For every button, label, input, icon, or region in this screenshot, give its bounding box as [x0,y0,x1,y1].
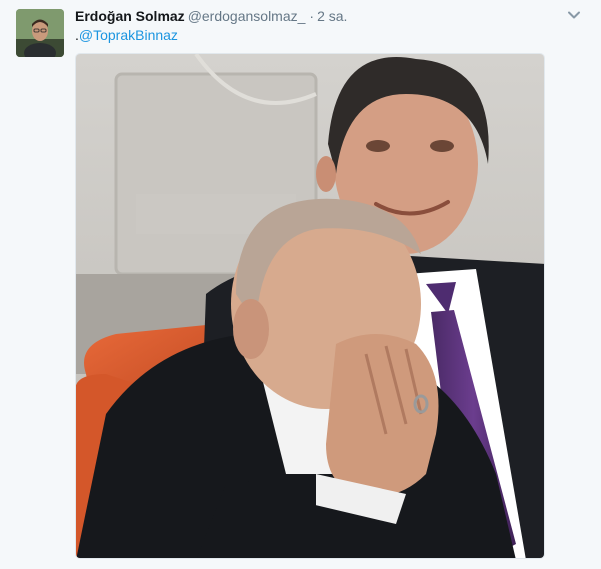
avatar[interactable] [16,9,64,57]
tweet-text: .@ToprakBinnaz [75,26,178,44]
timestamp[interactable]: 2 sa. [317,8,347,24]
author-handle[interactable]: @erdogansolmaz_ [188,8,306,24]
separator-dot: · [309,8,315,24]
mention-link[interactable]: @ToprakBinnaz [79,27,178,43]
tweet: Erdoğan Solmaz @erdogansolmaz_ · 2 sa. .@To… [0,0,601,569]
tweet-photo[interactable] [75,53,545,559]
author-name[interactable]: Erdoğan Solmaz [75,8,185,24]
tweet-header: Erdoğan Solmaz @erdogansolmaz_ · 2 sa. [75,7,347,25]
chevron-down-icon[interactable] [567,8,581,22]
